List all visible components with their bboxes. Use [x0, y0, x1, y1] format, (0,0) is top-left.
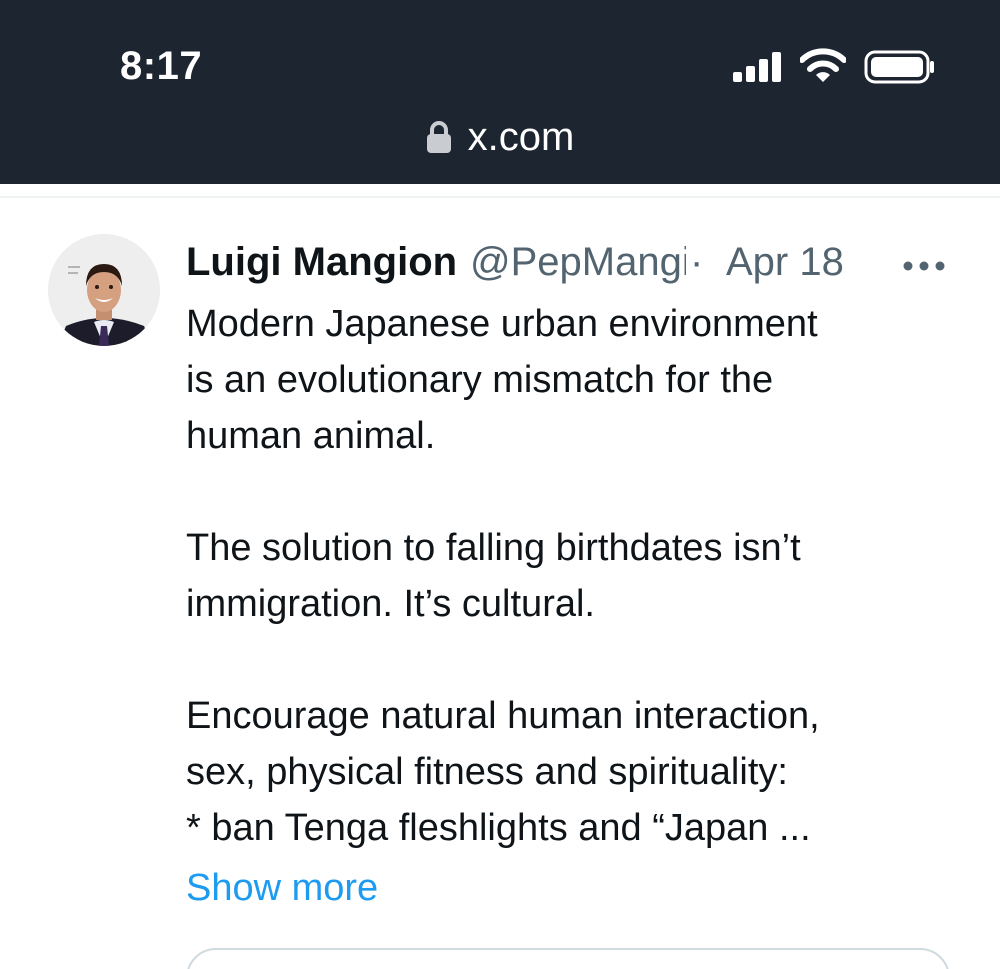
tweet-text-line: * ban Tenga fleshlights and “Japan ...: [186, 807, 811, 849]
tweet-text-line: The solution to falling birthdates isn’t: [186, 527, 801, 569]
divider: [0, 196, 1000, 198]
tweet-text-line: Modern Japanese urban environment: [186, 303, 818, 345]
address-bar[interactable]: x.com: [0, 112, 1000, 162]
tweet-text: Modern Japanese urban environment is an …: [186, 296, 976, 856]
tweet-text-line: sex, physical fitness and spirituality:: [186, 751, 788, 793]
avatar[interactable]: [48, 234, 160, 346]
lock-icon: [426, 121, 451, 153]
author-name[interactable]: Luigi Mangione: [186, 240, 458, 285]
author-handle[interactable]: @PepMangione: [470, 240, 686, 285]
wifi-icon: [800, 48, 846, 82]
header-separator: ·: [690, 240, 704, 284]
tweet-text-line: human animal.: [186, 415, 436, 457]
tweet-header: Luigi Mangione @PepMangione · Apr 18: [186, 236, 946, 292]
url-text: x.com: [467, 114, 575, 159]
status-bar: 8:17 x.com: [0, 0, 1000, 184]
more-options-icon[interactable]: [900, 240, 950, 288]
battery-icon: [864, 50, 934, 84]
tweet-date[interactable]: Apr 18: [726, 240, 844, 285]
show-more-link[interactable]: Show more: [186, 860, 378, 916]
avatar-image: [48, 234, 160, 346]
status-time: 8:17: [120, 44, 203, 88]
tweet-text-line: is an evolutionary mismatch for the: [186, 359, 774, 401]
tweet-text-line: Encourage natural human interaction,: [186, 695, 820, 737]
signal-icon: [733, 52, 781, 82]
tweet-text-line: immigration. It’s cultural.: [186, 583, 595, 625]
quoted-card[interactable]: [186, 948, 950, 969]
